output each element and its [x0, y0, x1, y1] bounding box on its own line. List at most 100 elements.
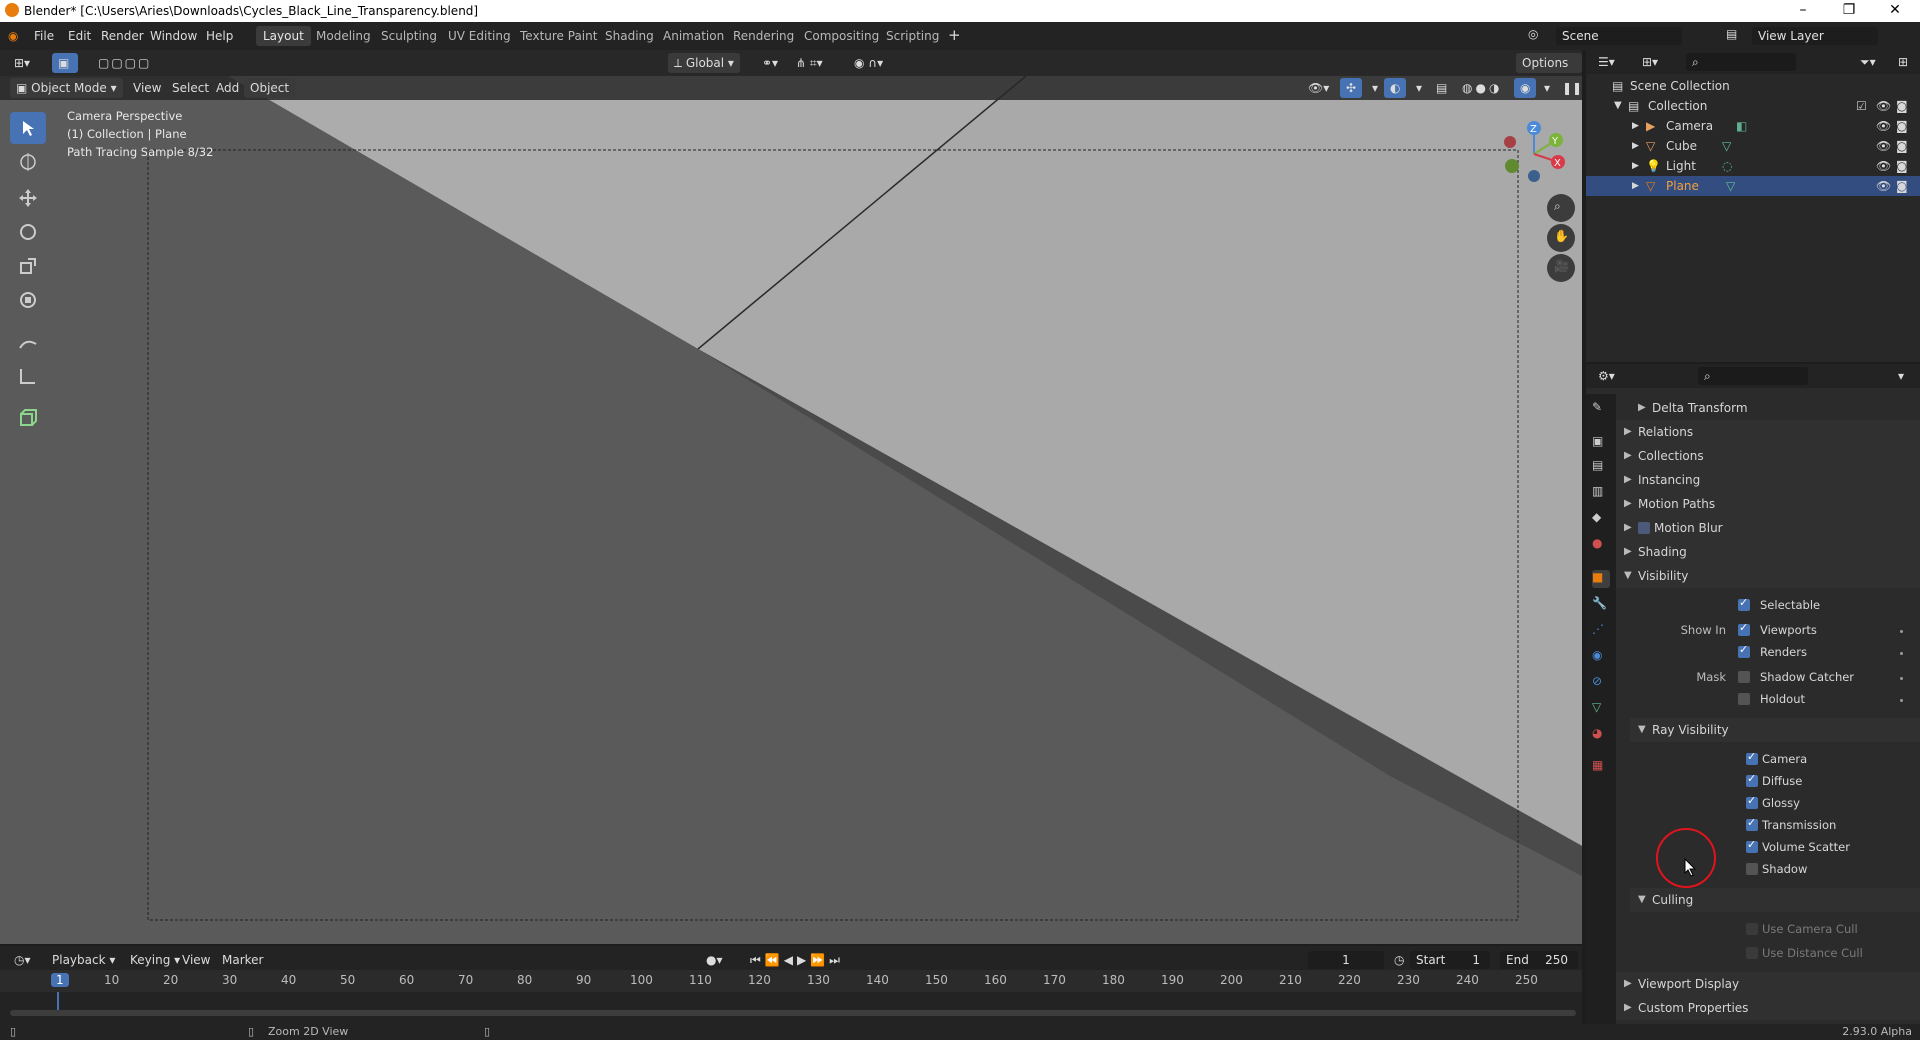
subpanel-ray-visibility[interactable]: ▼ Ray Visibility	[1630, 718, 1920, 742]
camera-render-icon[interactable]: ◙	[1896, 176, 1908, 196]
timeline-editor-icon[interactable]: ◷▾	[8, 950, 37, 970]
add-workspace-icon[interactable]: +	[948, 26, 961, 44]
camera-render-icon[interactable]: ◙	[1896, 136, 1908, 156]
add-cube-tool[interactable]	[10, 402, 46, 434]
eye-icon[interactable]: 👁	[1876, 156, 1891, 176]
new-collection-icon[interactable]: ⊞	[1892, 52, 1914, 72]
outliner-collection[interactable]: ▼ ▤ Collection ☑ 👁 ◙	[1586, 96, 1920, 116]
scene-tab-icon[interactable]: ◆	[1592, 510, 1610, 528]
ray-transmission-checkbox[interactable]	[1746, 816, 1758, 831]
navigation-gizmo[interactable]: Z Y X	[1494, 116, 1570, 192]
texture-tab-icon[interactable]: ▦	[1592, 758, 1610, 776]
tab-shading[interactable]: Shading	[598, 26, 661, 46]
scene-field[interactable]: Scene	[1556, 27, 1682, 45]
timeline-menu-view[interactable]: View	[176, 950, 216, 970]
shading-dropdown-icon[interactable]: ▾	[1538, 78, 1556, 98]
holdout-checkbox[interactable]	[1738, 693, 1750, 705]
keyframe-dot[interactable]	[1900, 677, 1903, 680]
tab-rendering[interactable]: Rendering	[726, 26, 801, 46]
camera-render-icon[interactable]: ◙	[1896, 156, 1908, 176]
zoom-view-button[interactable]: ⌕	[1547, 194, 1575, 222]
panel-delta-transform[interactable]: ▶ Delta Transform	[1616, 396, 1920, 420]
3d-viewport[interactable]: ▣ Object Mode ▾ View Select Add Object 👁…	[0, 76, 1582, 944]
selection-mode-icons[interactable]: ▢▢▢▢	[92, 53, 157, 73]
timeline-scrollbar[interactable]	[10, 1010, 1576, 1016]
checkbox-icon[interactable]: ☑	[1856, 96, 1867, 116]
render-tab-icon[interactable]: ▣	[1592, 434, 1610, 452]
keyframe-dot[interactable]	[1900, 699, 1903, 702]
material-tab-icon[interactable]: ◕	[1592, 726, 1610, 744]
viewport-menu-view[interactable]: View	[127, 78, 167, 98]
panel-collections[interactable]: ▶ Collections	[1616, 444, 1920, 468]
eye-icon[interactable]: 👁	[1876, 176, 1891, 196]
world-tab-icon[interactable]: ●	[1592, 536, 1610, 554]
record-icon[interactable]: ●▾	[700, 950, 729, 970]
start-frame-field[interactable]: Start 1	[1410, 951, 1490, 969]
modifier-tab-icon[interactable]: 🔧	[1592, 596, 1610, 614]
tool-tab-icon[interactable]: ✎	[1592, 400, 1610, 418]
camera-render-icon[interactable]: ◙	[1896, 96, 1908, 116]
close-icon[interactable]: ✕	[1880, 2, 1910, 18]
panel-visibility[interactable]: ▼ Visibility	[1616, 564, 1920, 588]
panel-instancing[interactable]: ▶ Instancing	[1616, 468, 1920, 492]
eye-icon[interactable]: 👁	[1876, 116, 1891, 136]
ray-camera-checkbox[interactable]	[1746, 750, 1758, 765]
keyframe-dot[interactable]	[1900, 630, 1903, 633]
xray-icon[interactable]: ▤	[1430, 78, 1453, 98]
pan-view-button[interactable]: ✋	[1547, 224, 1575, 252]
eye-icon[interactable]: 👁	[1876, 136, 1891, 156]
panel-viewport-display[interactable]: ▶ Viewport Display	[1616, 972, 1920, 996]
view-layer-tab-icon[interactable]: ▥	[1592, 484, 1610, 502]
output-tab-icon[interactable]: ▤	[1592, 458, 1610, 476]
outliner-scene-collection[interactable]: ▤ Scene Collection	[1586, 76, 1920, 96]
view-layer-field[interactable]: View Layer	[1752, 27, 1878, 45]
menu-window[interactable]: Window	[150, 29, 197, 43]
outliner-item-camera[interactable]: ▶ ▶ Camera ◧ 👁 ◙	[1586, 116, 1920, 136]
expand-right-icon[interactable]: ▶	[1632, 156, 1639, 176]
timeline-menu-playback[interactable]: Playback ▾	[46, 950, 121, 970]
end-frame-field[interactable]: End 250	[1500, 951, 1578, 969]
tab-scripting[interactable]: Scripting	[879, 26, 946, 46]
menu-edit[interactable]: Edit	[68, 29, 91, 43]
use-camera-cull-checkbox[interactable]	[1746, 923, 1758, 935]
viewport-menu-add[interactable]: Add	[210, 78, 245, 98]
editor-type-icon[interactable]: ⊞▾	[8, 53, 36, 73]
minimize-icon[interactable]: –	[1788, 2, 1818, 18]
properties-editor-icon[interactable]: ⚙▾	[1592, 366, 1621, 386]
proportional-edit-icon[interactable]: ◉ ∩▾	[848, 53, 889, 73]
camera-view-button[interactable]: 🎥	[1547, 254, 1575, 282]
ray-volume-scatter-checkbox[interactable]	[1746, 838, 1758, 853]
tab-sculpting[interactable]: Sculpting	[374, 26, 444, 46]
timeline-menu-marker[interactable]: Marker	[216, 950, 269, 970]
filter-icon[interactable]: ⏷▾	[1854, 52, 1882, 72]
annotate-tool[interactable]	[10, 326, 46, 358]
renders-checkbox[interactable]	[1738, 643, 1750, 658]
orientation-dropdown[interactable]: ⟂ Global ▾	[668, 53, 740, 73]
playback-controls-icons[interactable]: ⏮⏪◀▶⏩⏭	[744, 950, 850, 970]
expand-down-icon[interactable]: ▼	[1614, 96, 1622, 116]
viewport-menu-object[interactable]: Object	[244, 78, 296, 98]
camera-render-icon[interactable]: ◙	[1896, 116, 1908, 136]
select-box-icon[interactable]: ▣	[52, 53, 78, 73]
playhead-frame[interactable]: 1	[51, 973, 69, 987]
move-tool[interactable]	[10, 182, 46, 214]
tab-texture-paint[interactable]: Texture Paint	[513, 26, 604, 46]
scale-tool[interactable]	[10, 250, 46, 282]
tab-layout[interactable]: Layout	[256, 26, 311, 46]
outliner-item-cube[interactable]: ▶ ▽ Cube ▽ 👁 ◙	[1586, 136, 1920, 156]
pause-render-icon[interactable]: ❚❚	[1556, 78, 1582, 98]
tab-uv-editing[interactable]: UV Editing	[441, 26, 518, 46]
panel-relations[interactable]: ▶ Relations	[1616, 420, 1920, 444]
ray-glossy-checkbox[interactable]	[1746, 794, 1758, 809]
expand-right-icon[interactable]: ▶	[1632, 116, 1639, 136]
menu-render[interactable]: Render	[101, 29, 144, 43]
pivot-icon[interactable]: ⚭▾	[756, 53, 784, 73]
outliner-item-light[interactable]: ▶ 💡 Light ◌ 👁 ◙	[1586, 156, 1920, 176]
cursor-tool[interactable]	[10, 146, 46, 178]
object-tab-icon[interactable]: ■	[1592, 570, 1610, 588]
menu-help[interactable]: Help	[206, 29, 233, 43]
ray-shadow-checkbox[interactable]	[1746, 863, 1758, 875]
panel-shading[interactable]: ▶ Shading	[1616, 540, 1920, 564]
particles-tab-icon[interactable]: ⋰	[1592, 622, 1610, 640]
ray-diffuse-checkbox[interactable]	[1746, 772, 1758, 787]
